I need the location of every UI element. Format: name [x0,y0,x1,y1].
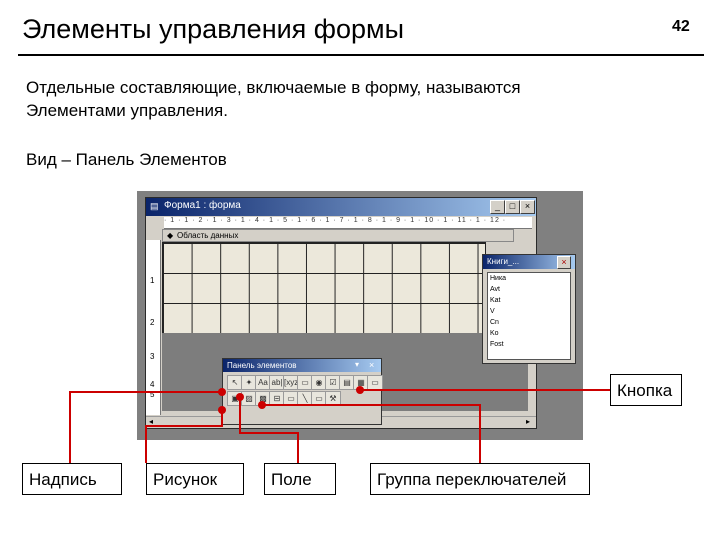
callout-field: Поле [264,463,336,495]
callout-dot [236,393,244,401]
field-callout-line [239,397,299,463]
callout-label: Надпись [22,463,122,495]
picture-callout-line [145,412,223,463]
callout-dot [218,406,226,414]
callout-dot [356,386,364,394]
callout-option-group: Группа переключателей [370,463,590,495]
callout-lines [69,386,610,463]
callout-dot [258,401,266,409]
callout-dot [218,388,226,396]
callout-picture: Рисунок [146,463,244,495]
callout-button: Кнопка [610,374,682,406]
